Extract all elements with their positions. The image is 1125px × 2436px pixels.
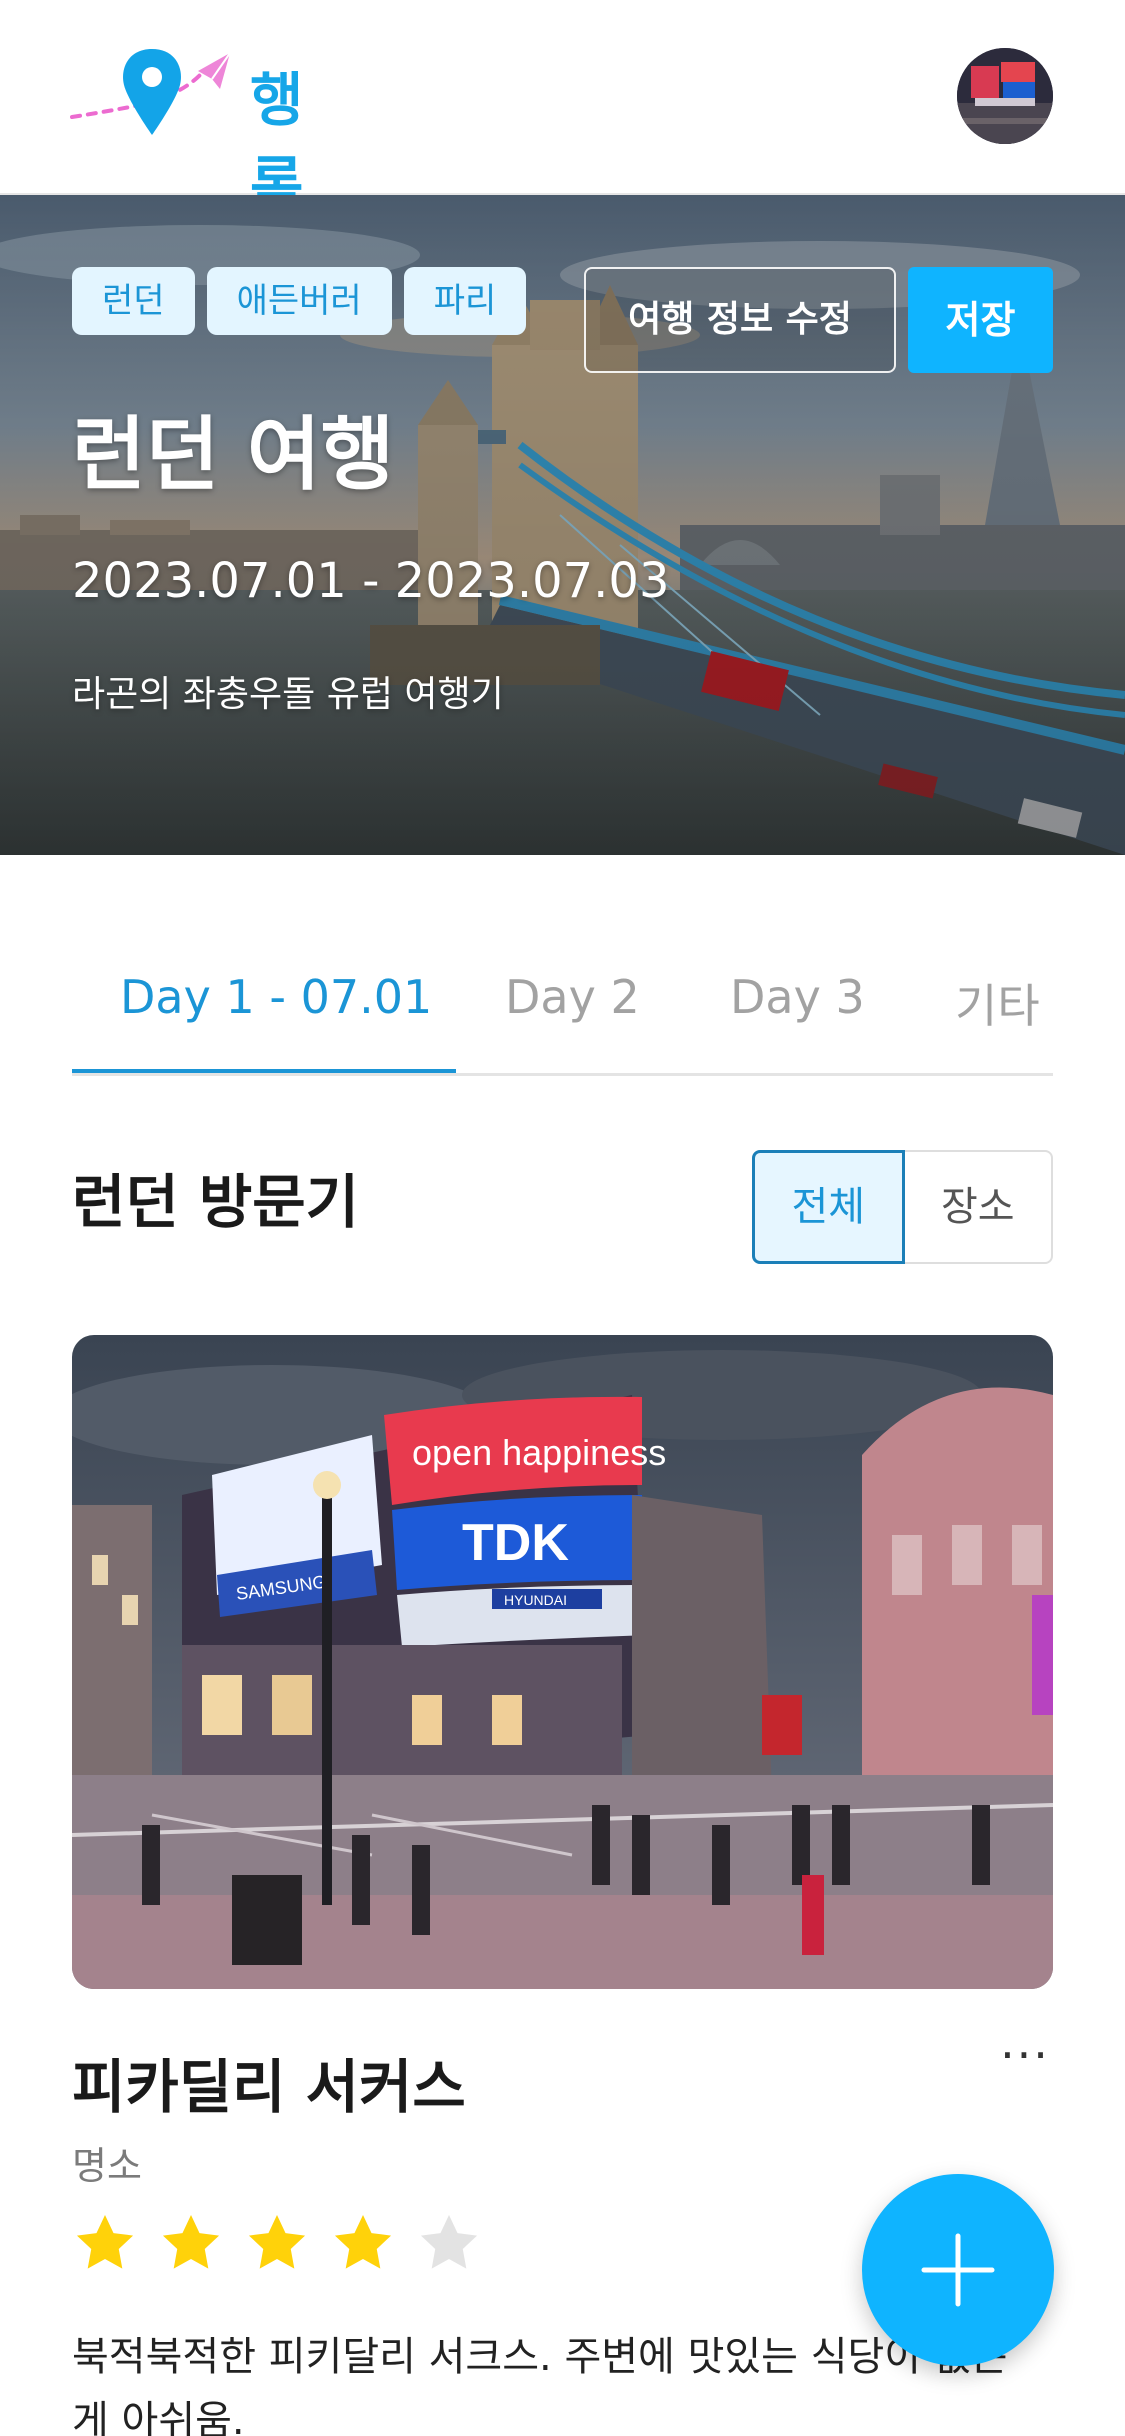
trip-description: 라곤의 좌충우돌 유럽 여행기 [72,674,504,715]
star-icon-empty [420,2214,478,2269]
trip-title: 런던 여행 [72,408,395,501]
star-icon [334,2214,392,2269]
plus-icon [921,2233,995,2307]
place-photo-image: open happiness SAMSUNG TDK HYUNDAI [72,1335,1053,1989]
trip-page: 행록 런던 애든버러 파리 여행 정보 수정 저장 런던 여행 2023.07.… [0,0,1125,2436]
photo-sign-hyundai: HYUNDAI [504,1592,567,1608]
save-button[interactable]: 저장 [908,267,1053,373]
more-horizontal-icon[interactable]: ··· [992,2032,1058,2090]
day-tabs: Day 1 - 07.01 Day 2 Day 3 기타 [72,940,1053,1076]
section-title: 런던 방문기 [72,1168,359,1236]
tab-day-1[interactable]: Day 1 - 07.01 [120,970,432,1024]
filter-toggle: 전체 장소 [752,1150,1053,1264]
trip-tag-london[interactable]: 런던 [72,267,195,335]
trip-tag-edinburgh[interactable]: 애든버러 [206,267,392,335]
active-tab-indicator [72,1069,456,1073]
photo-sign-tdk: TDK [462,1514,569,1572]
add-button[interactable] [862,2174,1054,2366]
star-icon [248,2214,306,2269]
tab-day-3[interactable]: Day 3 [730,970,865,1024]
star-icon [76,2214,134,2269]
avatar[interactable] [957,48,1053,144]
filter-all-button[interactable]: 전체 [752,1150,905,1264]
rating-stars [72,2210,482,2276]
trip-tags: 런던 애든버러 파리 [72,267,527,335]
trip-dates: 2023.07.01 - 2023.07.03 [72,553,670,609]
app-header: 행록 [0,0,1125,218]
trip-tag-paris[interactable]: 파리 [403,267,527,335]
place-title: 피카딜리 서커스 [72,2053,466,2121]
trip-hero: 런던 애든버러 파리 여행 정보 수정 저장 런던 여행 2023.07.01 … [0,195,1125,855]
tab-day-2[interactable]: Day 2 [505,970,640,1024]
avatar-image [957,48,1053,144]
star-icon [162,2214,220,2269]
photo-sign-open-happiness: open happiness [412,1432,666,1473]
tab-etc[interactable]: 기타 [955,970,1040,1036]
place-photo[interactable]: open happiness SAMSUNG TDK HYUNDAI [72,1335,1053,1989]
place-category: 명소 [72,2144,142,2188]
app-logo[interactable]: 행록 [70,45,360,218]
edit-trip-info-button[interactable]: 여행 정보 수정 [584,267,896,373]
filter-place-button[interactable]: 장소 [904,1150,1053,1264]
